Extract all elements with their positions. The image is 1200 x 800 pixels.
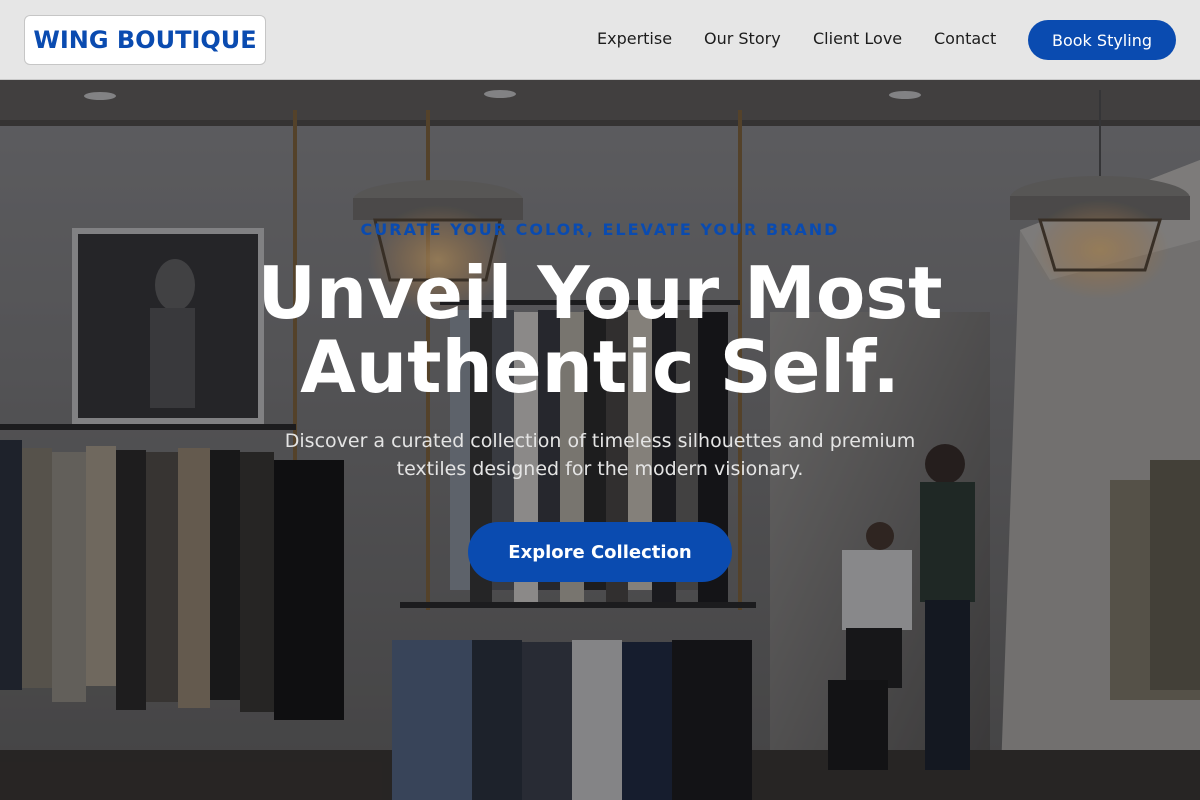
nav-link-client-love[interactable]: Client Love (813, 29, 902, 48)
site-header: WING BOUTIQUE Expertise Our Story Client… (0, 0, 1200, 80)
hero-subtext: Discover a curated collection of timeles… (284, 430, 916, 480)
brand-logo[interactable]: WING BOUTIQUE (24, 15, 266, 65)
nav-link-contact[interactable]: Contact (934, 29, 996, 48)
hero-headline: Unveil Your Most Authentic Self. (257, 251, 943, 409)
page: WING BOUTIQUE Expertise Our Story Client… (0, 0, 1200, 800)
nav-link-our-story[interactable]: Our Story (704, 29, 781, 48)
nav-link-expertise[interactable]: Expertise (597, 29, 672, 48)
book-styling-button[interactable]: Book Styling (1028, 20, 1176, 60)
explore-collection-button[interactable]: Explore Collection (468, 522, 732, 582)
hero-eyebrow: CURATE YOUR COLOR, ELEVATE YOUR BRAND (360, 220, 840, 239)
